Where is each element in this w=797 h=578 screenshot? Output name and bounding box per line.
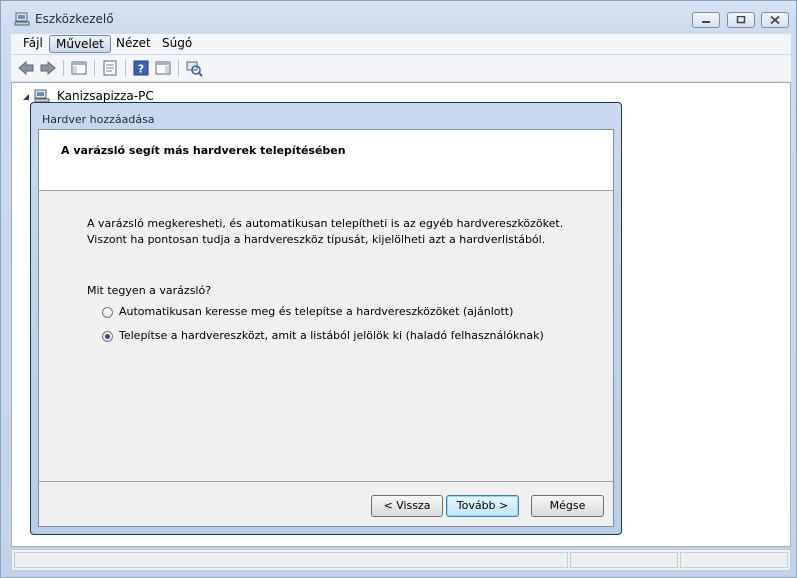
svg-text:?: ? bbox=[138, 63, 144, 76]
back-button[interactable]: < Vissza bbox=[371, 495, 443, 517]
menu-action[interactable]: Művelet bbox=[49, 35, 111, 53]
maximize-icon bbox=[736, 16, 746, 24]
add-hardware-dialog: Hardver hozzáadása A varázsló segít más … bbox=[30, 102, 622, 535]
menu-view[interactable]: Nézet bbox=[110, 35, 157, 53]
dialog-title: Hardver hozzáadása bbox=[42, 113, 155, 126]
forward-icon[interactable] bbox=[39, 59, 57, 77]
intro-line-1: A varázsló megkeresheti, és automatikusa… bbox=[87, 217, 564, 230]
radio-automatic[interactable] bbox=[102, 307, 113, 318]
menu-bar: Fájl Művelet Nézet Súgó bbox=[11, 34, 791, 54]
tree-root-label: Kanizsapizza-PC bbox=[57, 89, 154, 103]
radio-selected-dot bbox=[105, 334, 110, 339]
footer-divider bbox=[39, 481, 613, 482]
minimize-icon bbox=[702, 21, 710, 23]
status-bar bbox=[11, 549, 791, 571]
next-button[interactable]: Tovább > bbox=[446, 495, 519, 517]
console-tree-icon[interactable] bbox=[70, 59, 88, 77]
menu-help[interactable]: Súgó bbox=[156, 35, 198, 53]
collapse-icon[interactable] bbox=[22, 93, 30, 101]
title-bar[interactable]: Eszközkezelő bbox=[1, 1, 796, 33]
toolbar-separator bbox=[94, 60, 95, 76]
window-title: Eszközkezelő bbox=[35, 12, 114, 26]
option-automatic-label[interactable]: Automatikusan keresse meg és telepítse a… bbox=[119, 305, 513, 318]
intro-line-2: Viszont ha pontosan tudja a hardvereszkö… bbox=[87, 233, 546, 246]
menu-file[interactable]: Fájl bbox=[17, 35, 49, 53]
status-cell-3 bbox=[680, 552, 788, 568]
scan-hardware-icon[interactable] bbox=[185, 59, 203, 77]
back-icon[interactable] bbox=[17, 59, 35, 77]
question-label: Mit tegyen a varázsló? bbox=[87, 284, 212, 297]
toolbar: ? bbox=[11, 55, 791, 82]
minimize-button[interactable] bbox=[692, 12, 720, 28]
status-cell-main bbox=[14, 552, 568, 568]
cancel-button[interactable]: Mégse bbox=[531, 495, 604, 517]
wizard-heading: A varázsló segít más hardverek telepítés… bbox=[61, 144, 346, 157]
intro-text: A varázsló megkeresheti, és automatikusa… bbox=[87, 216, 563, 248]
wizard-header: A varázsló segít más hardverek telepítés… bbox=[39, 130, 613, 191]
toolbar-separator bbox=[125, 60, 126, 76]
device-manager-icon bbox=[14, 11, 30, 27]
toolbar-separator bbox=[178, 60, 179, 76]
action-pane-icon[interactable] bbox=[154, 59, 172, 77]
status-cell-2 bbox=[570, 552, 678, 568]
maximize-button[interactable] bbox=[727, 12, 755, 28]
help-icon[interactable]: ? bbox=[132, 59, 150, 77]
close-icon bbox=[770, 15, 780, 25]
option-manual-label[interactable]: Telepítse a hardvereszközt, amit a listá… bbox=[119, 329, 544, 342]
wizard-content: A varázsló megkeresheti, és automatikusa… bbox=[39, 191, 613, 481]
radio-manual[interactable] bbox=[102, 331, 113, 342]
close-button[interactable] bbox=[761, 12, 789, 28]
toolbar-separator bbox=[63, 60, 64, 76]
properties-icon[interactable] bbox=[101, 59, 119, 77]
dialog-body: A varázsló segít más hardverek telepítés… bbox=[38, 129, 614, 527]
